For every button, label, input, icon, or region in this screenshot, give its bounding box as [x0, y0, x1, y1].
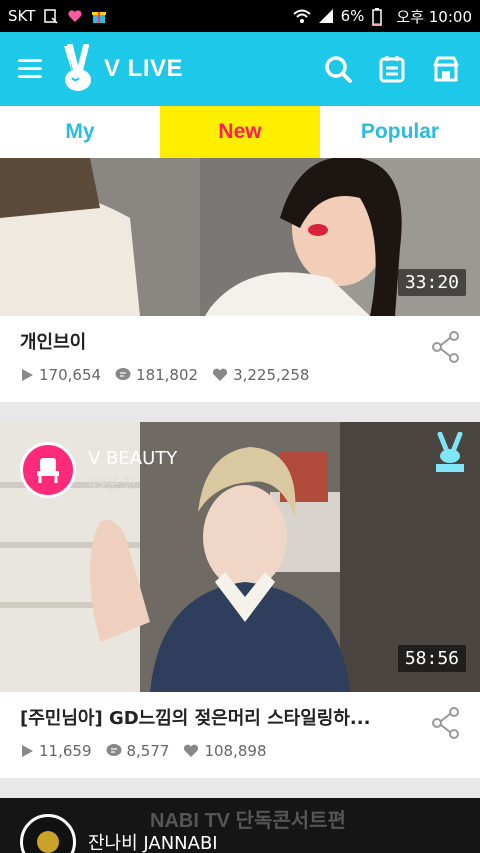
- play-count: 170,654: [20, 366, 101, 384]
- signal-icon: [317, 8, 333, 24]
- comment-count: 8,577: [106, 742, 170, 760]
- like-count-value: 3,225,258: [233, 366, 310, 384]
- video-duration: 58:56: [397, 645, 466, 672]
- heart-icon: [184, 744, 199, 757]
- tab-my[interactable]: My: [0, 106, 160, 158]
- clock: 오후 10:00: [396, 7, 472, 26]
- carrier-label: SKT: [8, 7, 36, 25]
- notification-icon: [43, 8, 59, 24]
- comment-icon: [106, 744, 121, 756]
- app-logo[interactable]: V LIVE: [58, 44, 183, 94]
- channel-avatar[interactable]: [20, 442, 76, 498]
- heart-icon: [212, 368, 228, 381]
- vlive-watermark-icon: [434, 431, 466, 476]
- logo-text: V LIVE: [104, 55, 184, 82]
- wifi-icon: [292, 8, 311, 24]
- play-count: 11,659: [20, 742, 92, 760]
- comment-count: 181,802: [115, 366, 198, 384]
- battery-percent: 6%: [340, 7, 365, 25]
- channel-info[interactable]: 잔나비 JANNABI: [20, 814, 218, 853]
- chair-icon: [37, 458, 59, 483]
- video-title[interactable]: [주민님아] GD느낌의 젖은머리 스타일링하...: [20, 704, 420, 730]
- play-icon: [22, 745, 33, 757]
- video-card[interactable]: 33:20 개인브이 170,654 181,802 3,225,258: [0, 158, 480, 402]
- video-thumbnail[interactable]: V BEAUTY 49분 전 58:56: [0, 422, 480, 692]
- channel-name[interactable]: 잔나비 JANNABI: [88, 829, 218, 853]
- video-thumbnail[interactable]: 33:20: [0, 158, 480, 316]
- video-duration: 33:20: [397, 269, 466, 296]
- v-hand-logo-icon: [64, 44, 91, 91]
- channel-name[interactable]: V BEAUTY: [88, 448, 177, 469]
- heart-notification-icon: [67, 8, 83, 24]
- like-count: 3,225,258: [212, 366, 309, 384]
- app-bar: V LIVE: [0, 32, 480, 106]
- share-icon[interactable]: [430, 706, 462, 740]
- post-time: 49분 전: [88, 475, 137, 492]
- comment-count-value: 8,577: [126, 742, 170, 760]
- gift-notification-icon: [91, 8, 107, 24]
- video-card[interactable]: V BEAUTY 49분 전 58:56 [주민님아] GD느낌의 젖은머리 스…: [0, 422, 480, 778]
- play-count-value: 170,654: [39, 366, 102, 384]
- channel-info[interactable]: V BEAUTY 49분 전: [20, 442, 177, 498]
- battery-icon: [372, 8, 388, 26]
- video-card[interactable]: NABI TV 단독콘서트편 잔나비 JANNABI: [0, 798, 480, 853]
- play-count-value: 11,659: [39, 742, 92, 760]
- tab-popular[interactable]: Popular: [320, 106, 480, 158]
- video-thumbnail[interactable]: NABI TV 단독콘서트편 잔나비 JANNABI: [0, 798, 480, 853]
- tab-new[interactable]: New: [160, 106, 320, 158]
- video-title[interactable]: 개인브이: [20, 328, 420, 354]
- play-icon: [22, 369, 33, 381]
- share-icon[interactable]: [430, 330, 462, 364]
- menu-icon[interactable]: [18, 59, 44, 79]
- comment-icon: [115, 368, 131, 380]
- calendar-icon[interactable]: [376, 53, 408, 85]
- search-icon[interactable]: [322, 53, 354, 85]
- like-count: 108,898: [183, 742, 266, 760]
- channel-avatar[interactable]: [20, 814, 76, 853]
- comment-count-value: 181,802: [136, 366, 199, 384]
- store-icon[interactable]: [430, 53, 462, 85]
- like-count-value: 108,898: [204, 742, 267, 760]
- tab-bar: My New Popular: [0, 106, 480, 158]
- status-bar: SKT 6% 오후 10:00: [0, 0, 480, 32]
- jannabi-logo-icon: [37, 831, 59, 853]
